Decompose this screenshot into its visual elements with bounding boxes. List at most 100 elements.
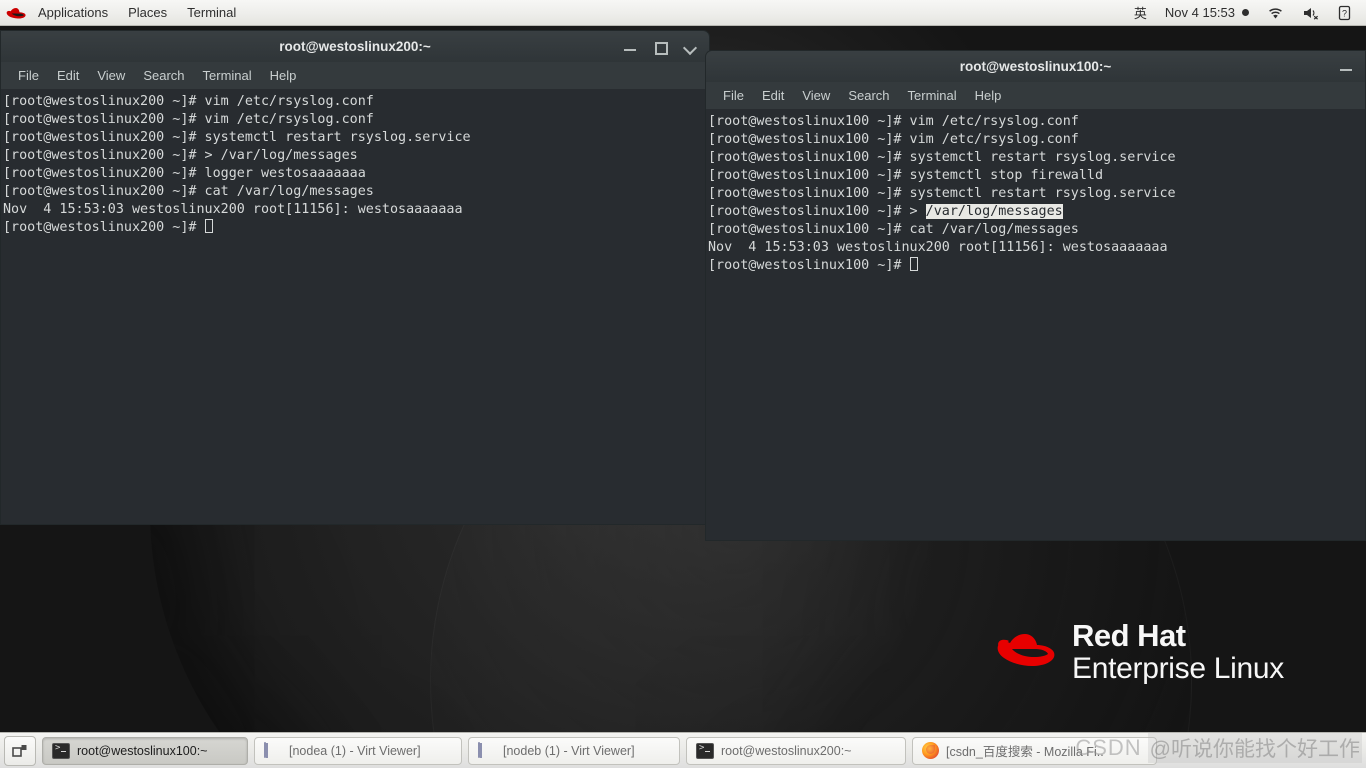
window1-menubar: File Edit View Search Terminal Help	[0, 62, 710, 89]
window1-menu-help[interactable]: Help	[261, 62, 306, 89]
window2-menu-view[interactable]: View	[793, 82, 839, 109]
terminal-line: [root@westoslinux100 ~]# systemctl resta…	[708, 185, 1365, 203]
terminal-line: [root@westoslinux200 ~]# logger westosaa…	[3, 165, 709, 183]
terminal-line: [root@westoslinux200 ~]#	[3, 219, 709, 237]
terminal-line: [root@westoslinux100 ~]#	[708, 257, 1365, 275]
taskbar-item-nodeb-virt-viewer[interactable]: [nodeb (1) - Virt Viewer]	[468, 736, 680, 765]
clock[interactable]: Nov 4 15:53	[1156, 0, 1258, 26]
terminal-window-westoslinux200[interactable]: root@westoslinux200:~ File Edit View Sea…	[0, 30, 710, 525]
window2-menu-file[interactable]: File	[714, 82, 753, 109]
window1-minimize-button[interactable]	[623, 40, 637, 54]
monitor-icon	[478, 742, 496, 758]
terminal-line-text: [root@westoslinux200 ~]# logger westosaa…	[3, 166, 366, 181]
panel-menu-applications[interactable]: Applications	[28, 0, 118, 26]
taskbar-item-label: [nodeb (1) - Virt Viewer]	[503, 743, 635, 758]
terminal-selected-text: /var/log/messages	[925, 204, 1063, 219]
window2-titlebar[interactable]: root@westoslinux100:~	[705, 50, 1366, 82]
terminal-line: Nov 4 15:53:03 westoslinux200 root[11156…	[3, 201, 709, 219]
terminal-line-text: [root@westoslinux100 ~]# vim /etc/rsyslo…	[708, 114, 1079, 129]
firefox-icon	[922, 742, 939, 759]
battery-unknown-icon[interactable]: ?	[1329, 0, 1360, 26]
window1-terminal-output[interactable]: [root@westoslinux200 ~]# vim /etc/rsyslo…	[0, 89, 710, 525]
watermark-text: @听说你能找个好工作	[1147, 733, 1362, 763]
redhat-hat-icon	[997, 634, 1055, 666]
window2-menu-search[interactable]: Search	[839, 82, 898, 109]
window2-minimize-button[interactable]	[1339, 60, 1353, 74]
terminal-window-westoslinux100[interactable]: root@westoslinux100:~ File Edit View Sea…	[705, 50, 1366, 541]
top-panel: Applications Places Terminal 英 Nov 4 15:…	[0, 0, 1366, 26]
taskbar-item-label: [nodea (1) - Virt Viewer]	[289, 743, 421, 758]
window1-buttons	[623, 40, 709, 55]
panel-status-area: 英 Nov 4 15:53 ?	[1125, 0, 1366, 26]
terminal-line: [root@westoslinux100 ~]# vim /etc/rsyslo…	[708, 131, 1365, 149]
desktop-screen: Red Hat Enterprise Linux Applications Pl…	[0, 0, 1366, 768]
terminal-line-text: [root@westoslinux200 ~]# > /var/log/mess…	[3, 148, 358, 163]
terminal-line-text: [root@westoslinux100 ~]# systemctl resta…	[708, 186, 1176, 201]
window1-menu-search[interactable]: Search	[134, 62, 193, 89]
taskbar-item-firefox-csdn[interactable]: [csdn_百度搜索 - Mozilla Fi..	[912, 736, 1157, 765]
terminal-line-text: [root@westoslinux100 ~]# systemctl resta…	[708, 150, 1176, 165]
terminal-line: [root@westoslinux200 ~]# > /var/log/mess…	[3, 147, 709, 165]
terminal-line-text: [root@westoslinux200 ~]# cat /var/log/me…	[3, 184, 374, 199]
window2-title: root@westoslinux100:~	[959, 59, 1112, 74]
input-method-indicator[interactable]: 英	[1125, 0, 1156, 26]
terminal-line-text: Nov 4 15:53:03 westoslinux200 root[11156…	[3, 202, 463, 217]
taskbar-item-nodea-virt-viewer[interactable]: [nodea (1) - Virt Viewer]	[254, 736, 462, 765]
window1-menu-file[interactable]: File	[9, 62, 48, 89]
panel-menu-places[interactable]: Places	[118, 0, 177, 26]
terminal-line: [root@westoslinux200 ~]# vim /etc/rsyslo…	[3, 93, 709, 111]
window2-menubar: File Edit View Search Terminal Help	[705, 82, 1366, 109]
logo-line-1: Red Hat	[1072, 618, 1186, 653]
taskbar-item-label: root@westoslinux100:~	[77, 743, 208, 758]
svg-text:?: ?	[1342, 8, 1347, 18]
window2-menu-terminal[interactable]: Terminal	[899, 82, 966, 109]
window1-maximize-button[interactable]	[653, 40, 668, 55]
terminal-icon	[696, 742, 714, 759]
wifi-icon[interactable]	[1258, 0, 1293, 26]
window2-buttons	[1339, 60, 1365, 74]
terminal-line: [root@westoslinux200 ~]# cat /var/log/me…	[3, 183, 709, 201]
window1-close-button[interactable]	[683, 40, 697, 54]
volume-muted-icon[interactable]	[1293, 0, 1329, 26]
terminal-line: [root@westoslinux100 ~]# cat /var/log/me…	[708, 221, 1365, 239]
terminal-line-text: [root@westoslinux200 ~]# vim /etc/rsyslo…	[3, 94, 374, 109]
taskbar-item-label: [csdn_百度搜索 - Mozilla Fi..	[946, 745, 1104, 759]
terminal-cursor	[909, 257, 918, 271]
clock-label: Nov 4 15:53	[1164, 5, 1235, 20]
terminal-cursor	[204, 219, 213, 233]
taskbar-item-root-westoslinux200[interactable]: root@westoslinux200:~	[686, 736, 906, 765]
terminal-line: [root@westoslinux200 ~]# systemctl resta…	[3, 129, 709, 147]
terminal-icon	[52, 742, 70, 759]
terminal-line-text: [root@westoslinux100 ~]# vim /etc/rsyslo…	[708, 132, 1079, 147]
terminal-line-text: [root@westoslinux200 ~]# systemctl resta…	[3, 130, 471, 145]
monitor-icon	[264, 742, 282, 758]
terminal-line-text: Nov 4 15:53:03 westoslinux200 root[11156…	[708, 240, 1168, 255]
terminal-line: [root@westoslinux100 ~]# vim /etc/rsyslo…	[708, 113, 1365, 131]
terminal-line: Nov 4 15:53:03 westoslinux200 root[11156…	[708, 239, 1365, 257]
terminal-line: [root@westoslinux100 ~]# systemctl resta…	[708, 149, 1365, 167]
terminal-line-text: [root@westoslinux100 ~]#	[708, 258, 910, 273]
window1-menu-view[interactable]: View	[88, 62, 134, 89]
terminal-line: [root@westoslinux100 ~]# > /var/log/mess…	[708, 203, 1365, 221]
window-list-icon[interactable]	[4, 735, 36, 766]
logo-line-2: Enterprise Linux	[1072, 652, 1284, 685]
window1-titlebar[interactable]: root@westoslinux200:~	[0, 30, 710, 62]
notification-dot-icon	[1242, 9, 1249, 16]
redhat-icon	[6, 7, 26, 18]
terminal-line-text: [root@westoslinux100 ~]# systemctl stop …	[708, 168, 1104, 183]
terminal-line-text: [root@westoslinux100 ~]# cat /var/log/me…	[708, 222, 1079, 237]
terminal-line: [root@westoslinux200 ~]# vim /etc/rsyslo…	[3, 111, 709, 129]
window1-menu-terminal[interactable]: Terminal	[194, 62, 261, 89]
terminal-line-text: [root@westoslinux200 ~]#	[3, 220, 205, 235]
terminal-line-text: [root@westoslinux200 ~]# vim /etc/rsyslo…	[3, 112, 374, 127]
window1-title: root@westoslinux200:~	[279, 39, 431, 54]
window2-menu-edit[interactable]: Edit	[753, 82, 793, 109]
terminal-line: [root@westoslinux100 ~]# systemctl stop …	[708, 167, 1365, 185]
taskbar-item-label: root@westoslinux200:~	[721, 743, 852, 758]
window2-terminal-output[interactable]: [root@westoslinux100 ~]# vim /etc/rsyslo…	[705, 109, 1366, 541]
taskbar-item-root-westoslinux100[interactable]: root@westoslinux100:~	[42, 736, 248, 765]
window2-menu-help[interactable]: Help	[966, 82, 1011, 109]
redhat-enterprise-linux-logo: Red Hat Enterprise Linux	[992, 620, 1284, 684]
window1-menu-edit[interactable]: Edit	[48, 62, 88, 89]
panel-menu-terminal[interactable]: Terminal	[177, 0, 246, 26]
